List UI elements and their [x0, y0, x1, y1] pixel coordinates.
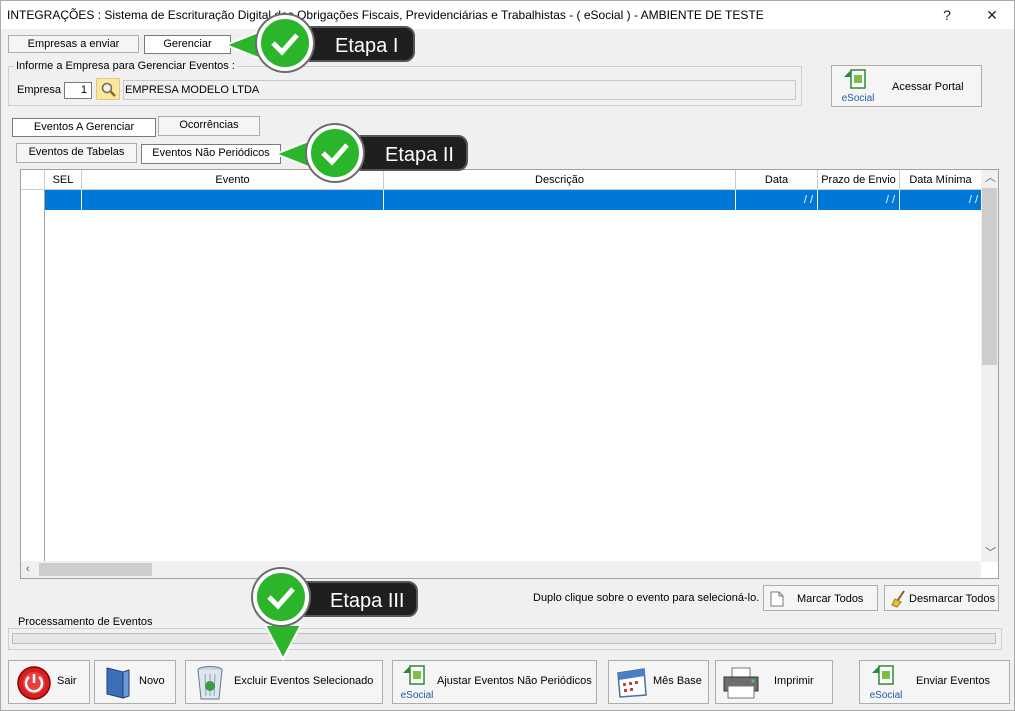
page-icon — [770, 591, 784, 607]
cell-prazo: / / — [818, 190, 900, 210]
power-icon — [17, 666, 51, 700]
marcar-todos-button[interactable]: Marcar Todos — [763, 585, 878, 611]
enviar-eventos-label: Enviar Eventos — [916, 675, 990, 687]
cell-sel[interactable] — [45, 190, 82, 210]
sair-label: Sair — [57, 675, 77, 687]
cell-data-minima: / / — [968, 194, 978, 206]
trash-icon — [197, 666, 223, 700]
enviar-eventos-button[interactable]: eSocial Enviar Eventos — [859, 660, 1010, 704]
tab-eventos-nao-periodicos[interactable]: Eventos Não Periódicos — [141, 144, 281, 164]
callout-etapa-3: Etapa III — [296, 581, 418, 617]
callout-check-2 — [307, 125, 363, 181]
scroll-left-icon[interactable]: ‹ — [26, 561, 30, 578]
row-indicator-divider — [44, 190, 45, 562]
callout-etapa-2: Etapa II — [351, 135, 468, 171]
novo-label: Novo — [139, 675, 165, 687]
acessar-portal-button[interactable]: eSocial Acessar Portal — [831, 65, 982, 107]
col-data-minima[interactable]: Data Mínima — [900, 170, 982, 190]
empresa-name-field: EMPRESA MODELO LTDA — [123, 80, 796, 100]
col-descricao[interactable]: Descrição — [384, 170, 736, 190]
sair-button[interactable]: Sair — [8, 660, 90, 704]
cell-data: / / — [736, 190, 818, 210]
cell-descricao — [384, 190, 736, 210]
callout-etapa-2-label: Etapa II — [385, 144, 454, 166]
tab-empresas-a-enviar[interactable]: Empresas a enviar — [8, 35, 139, 53]
company-group-label: Informe a Empresa para Gerenciar Eventos… — [14, 60, 237, 72]
ajustar-eventos-button[interactable]: eSocial Ajustar Eventos Não Periódicos — [392, 660, 597, 704]
col-sel[interactable]: SEL — [45, 170, 82, 190]
tab-gerenciar[interactable]: Gerenciar — [144, 35, 231, 54]
mes-base-label: Mês Base — [653, 675, 702, 687]
scroll-down-icon[interactable]: ﹀ — [985, 545, 996, 562]
broom-icon — [891, 590, 905, 608]
main-window: INTEGRAÇÕES : Sistema de Escrituração Di… — [0, 0, 1015, 711]
table-row[interactable]: / / / / / / — [45, 190, 982, 210]
empresa-label: Empresa — [17, 84, 62, 96]
desmarcar-todos-button[interactable]: Desmarcar Todos — [884, 585, 999, 611]
book-icon — [106, 667, 130, 699]
callout-pointer-1 — [226, 31, 261, 59]
svg-text:eSocial: eSocial — [842, 93, 875, 104]
tab-ocorrencias[interactable]: Ocorrências — [158, 116, 260, 136]
callout-etapa-1-label: Etapa I — [335, 35, 399, 57]
imprimir-button[interactable]: Imprimir — [715, 660, 833, 704]
excluir-eventos-label: Excluir Eventos Selecionado — [234, 675, 374, 687]
acessar-portal-label: Acessar Portal — [892, 81, 964, 93]
callout-check-1 — [257, 15, 313, 71]
calendar-icon — [617, 668, 647, 698]
events-grid[interactable]: SEL Evento Descrição Data Prazo de Envio… — [20, 169, 999, 579]
processing-progress-bar — [12, 633, 996, 644]
marcar-todos-label: Marcar Todos — [797, 593, 864, 605]
desmarcar-todos-label: Desmarcar Todos — [909, 593, 995, 605]
vertical-scrollbar[interactable]: ︿ ﹀ — [981, 170, 998, 562]
callout-pointer-2 — [276, 140, 311, 168]
callout-pointer-3 — [263, 624, 303, 661]
help-button[interactable]: ? — [932, 5, 962, 25]
ajustar-eventos-label: Ajustar Eventos Não Periódicos — [437, 675, 592, 687]
col-data[interactable]: Data — [736, 170, 818, 190]
cell-evento — [82, 190, 384, 210]
empresa-code-input[interactable]: 1 — [64, 82, 92, 99]
check-icon — [267, 587, 295, 610]
col-prazo-envio[interactable]: Prazo de Envio — [818, 170, 900, 190]
processing-label: Processamento de Eventos — [16, 616, 155, 628]
hint-text: Duplo clique sobre o evento para selecio… — [533, 592, 760, 604]
esocial-logo-icon: eSocial — [842, 69, 875, 104]
esocial-logo-icon: eSocial — [401, 665, 434, 701]
search-button[interactable] — [96, 78, 120, 100]
tab-eventos-a-gerenciar[interactable]: Eventos A Gerenciar — [12, 118, 156, 137]
svg-text:eSocial: eSocial — [870, 690, 903, 701]
close-button[interactable]: ✕ — [977, 5, 1007, 25]
title-bar: INTEGRAÇÕES : Sistema de Escrituração Di… — [1, 1, 1014, 29]
scroll-up-icon[interactable]: ︿ — [985, 170, 996, 187]
vertical-scroll-thumb[interactable] — [982, 188, 997, 365]
novo-button[interactable]: Novo — [94, 660, 176, 704]
search-icon — [101, 82, 116, 97]
window-title: INTEGRAÇÕES : Sistema de Escrituração Di… — [7, 8, 764, 22]
callout-check-3 — [253, 569, 309, 625]
svg-text:eSocial: eSocial — [401, 690, 434, 701]
tab-eventos-de-tabelas[interactable]: Eventos de Tabelas — [16, 143, 137, 163]
check-icon — [321, 143, 349, 166]
horizontal-scrollbar[interactable]: ‹ — [21, 561, 981, 578]
esocial-logo-icon: eSocial — [870, 665, 903, 701]
check-icon — [271, 33, 299, 56]
printer-icon — [723, 667, 759, 699]
excluir-eventos-button[interactable]: Excluir Eventos Selecionado — [185, 660, 383, 704]
callout-etapa-1: Etapa I — [301, 26, 415, 62]
imprimir-label: Imprimir — [774, 675, 814, 687]
callout-etapa-3-label: Etapa III — [330, 590, 405, 612]
horizontal-scroll-thumb[interactable] — [39, 563, 152, 576]
row-indicator-header — [21, 170, 45, 190]
mes-base-button[interactable]: Mês Base — [608, 660, 709, 704]
